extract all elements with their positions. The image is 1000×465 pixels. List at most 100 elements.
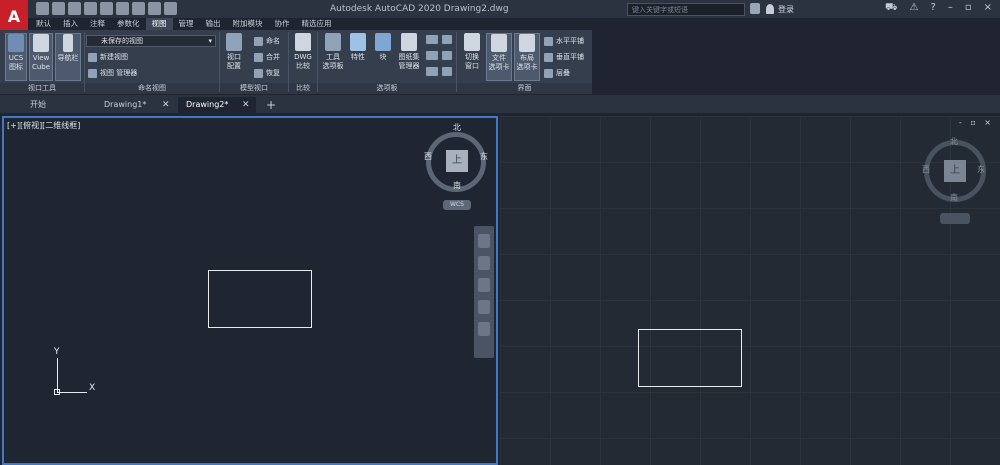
palette-small-1[interactable] [426, 35, 438, 44]
panel-label-interface[interactable]: 界面 [457, 83, 592, 94]
save-icon[interactable] [68, 2, 81, 15]
properties-button[interactable]: 特性 [348, 33, 368, 62]
app-logo[interactable]: A [0, 0, 28, 32]
web-mobile-icon[interactable] [100, 2, 113, 15]
viewcube-east[interactable]: 东 [977, 164, 985, 175]
file-tabs-button[interactable]: 文件 选项卡 [486, 33, 512, 81]
doc-tab-label: 开始 [30, 100, 46, 109]
new-file-icon[interactable] [36, 2, 49, 15]
zoom-icon[interactable] [478, 278, 490, 292]
viewport-controls[interactable]: - ▫ × [959, 118, 994, 127]
panel-label-named-views[interactable]: 命名视图 [85, 83, 219, 94]
panel-label-compare[interactable]: 比较 [289, 83, 317, 94]
viewport-join-button[interactable]: 合并 [254, 52, 280, 62]
sheet-set-button[interactable]: 图纸集 管理器 [395, 33, 423, 71]
pan-icon[interactable] [478, 256, 490, 270]
ucs-icon-button[interactable]: UCS 图标 [5, 33, 27, 81]
viewport-config-button[interactable]: 视口 配置 [222, 33, 246, 71]
viewport-right[interactable]: - ▫ × 上 北 南 东 西 [500, 116, 1000, 465]
ribbon-tab[interactable]: 注释 [84, 18, 111, 30]
new-tab-button[interactable]: + [258, 97, 276, 113]
viewcube-north[interactable]: 北 [950, 136, 958, 147]
ucs-x-axis [57, 392, 87, 393]
tile-vertical-button[interactable]: 垂直平铺 [544, 52, 584, 62]
viewcube-face[interactable]: 上 [944, 160, 966, 182]
block-button[interactable]: 块 [372, 33, 394, 62]
drawn-rectangle[interactable] [638, 329, 742, 387]
viewcube-west[interactable]: 西 [922, 164, 930, 175]
viewport-label[interactable]: [+][俯视][二维线框] [7, 120, 80, 131]
save-as-icon[interactable] [84, 2, 97, 15]
open-file-icon[interactable] [52, 2, 65, 15]
doc-tab-drawing2[interactable]: Drawing2* ✕ [178, 97, 256, 113]
palette-extra-1-icon [442, 35, 452, 44]
save-web-icon[interactable] [116, 2, 129, 15]
palette-small-3[interactable] [426, 67, 438, 76]
orbit-icon[interactable] [478, 300, 490, 314]
viewcube-south[interactable]: 南 [453, 180, 461, 191]
palette-small-5[interactable] [442, 51, 452, 60]
print-icon[interactable] [132, 2, 145, 15]
search-input[interactable]: 键入关键字或短语 [627, 3, 745, 16]
ribbon-tab[interactable]: 默认 [30, 18, 57, 30]
ribbon-tab[interactable]: 参数化 [111, 18, 146, 30]
named-view-dropdown[interactable]: 未保存的视图 ▾ [86, 35, 216, 47]
drawn-rectangle[interactable] [208, 270, 312, 328]
viewcube-east[interactable]: 东 [480, 151, 488, 162]
ribbon-tab[interactable]: 精选应用 [296, 18, 338, 30]
minimize-icon[interactable]: – [948, 2, 953, 15]
ribbon-tab[interactable]: 输出 [200, 18, 227, 30]
viewport-left[interactable]: [+][俯视][二维线框] 上 北 南 东 西 WCS Y X [2, 116, 498, 465]
ribbon-tab[interactable]: 插入 [57, 18, 84, 30]
ribbon-tab[interactable]: 协作 [269, 18, 296, 30]
viewport-name-button[interactable]: 命名 [254, 36, 280, 46]
wcs-menu[interactable] [940, 213, 970, 224]
switch-window-button[interactable]: 切换 窗口 [460, 33, 484, 71]
layout-tabs-button[interactable]: 布局 选项卡 [514, 33, 540, 81]
steering-wheel-icon[interactable] [478, 234, 490, 248]
join-icon [254, 52, 263, 62]
exchange-icon[interactable]: ⚠ [910, 2, 919, 15]
doc-tab-start[interactable]: 开始 [10, 97, 95, 113]
panel-label-palettes[interactable]: 选项板 [318, 83, 456, 94]
maximize-icon[interactable]: ▫ [965, 2, 972, 15]
binoculars-icon[interactable] [750, 3, 760, 14]
viewcube-button[interactable]: View Cube [29, 33, 53, 81]
showmotion-icon[interactable] [478, 322, 490, 336]
block-icon [375, 33, 391, 51]
tile-horizontal-button[interactable]: 水平平铺 [544, 36, 584, 46]
ribbon-tab[interactable]: 附加模块 [227, 18, 269, 30]
undo-icon[interactable] [148, 2, 161, 15]
restore-icon [254, 68, 263, 78]
dwg-compare-button[interactable]: DWG 比较 [291, 33, 315, 71]
viewcube-north[interactable]: 北 [453, 122, 461, 133]
new-view-button[interactable]: 新建视图 [88, 52, 128, 62]
wcs-menu[interactable]: WCS [443, 200, 471, 210]
close-icon[interactable]: ✕ [242, 97, 250, 113]
ribbon-tab[interactable]: 管理 [173, 18, 200, 30]
palette-small-4[interactable] [442, 35, 452, 44]
panel-label-model-viewports[interactable]: 模型视口 [220, 83, 288, 94]
palette-small-2[interactable] [426, 51, 438, 60]
login-button[interactable]: 登录 [778, 4, 794, 15]
viewcube-face[interactable]: 上 [446, 150, 468, 172]
navbar-button[interactable]: 导航栏 [55, 33, 81, 81]
panel-label-viewport-tools[interactable]: 视口工具 [0, 83, 84, 94]
view-manager-button[interactable]: 视图 管理器 [88, 68, 137, 78]
navbar-label: 导航栏 [57, 54, 79, 62]
close-icon[interactable]: ✕ [162, 97, 170, 113]
cart-icon[interactable]: ⛟ [885, 2, 898, 15]
redo-icon[interactable] [164, 2, 177, 15]
viewcube-west[interactable]: 西 [424, 151, 432, 162]
help-icon[interactable]: ? [931, 2, 936, 15]
close-icon[interactable]: × [984, 2, 992, 15]
switch-window-icon [464, 33, 480, 51]
viewport-restore-button[interactable]: 恢复 [254, 68, 280, 78]
viewcube-south[interactable]: 南 [950, 192, 958, 203]
tool-palettes-button[interactable]: 工具 选项板 [320, 33, 346, 71]
navigation-bar[interactable] [474, 226, 494, 358]
palette-small-6[interactable] [442, 67, 452, 76]
doc-tab-drawing1[interactable]: Drawing1* ✕ [96, 97, 176, 113]
ribbon-tab[interactable]: 视图 [145, 18, 173, 30]
cascade-button[interactable]: 层叠 [544, 68, 570, 78]
